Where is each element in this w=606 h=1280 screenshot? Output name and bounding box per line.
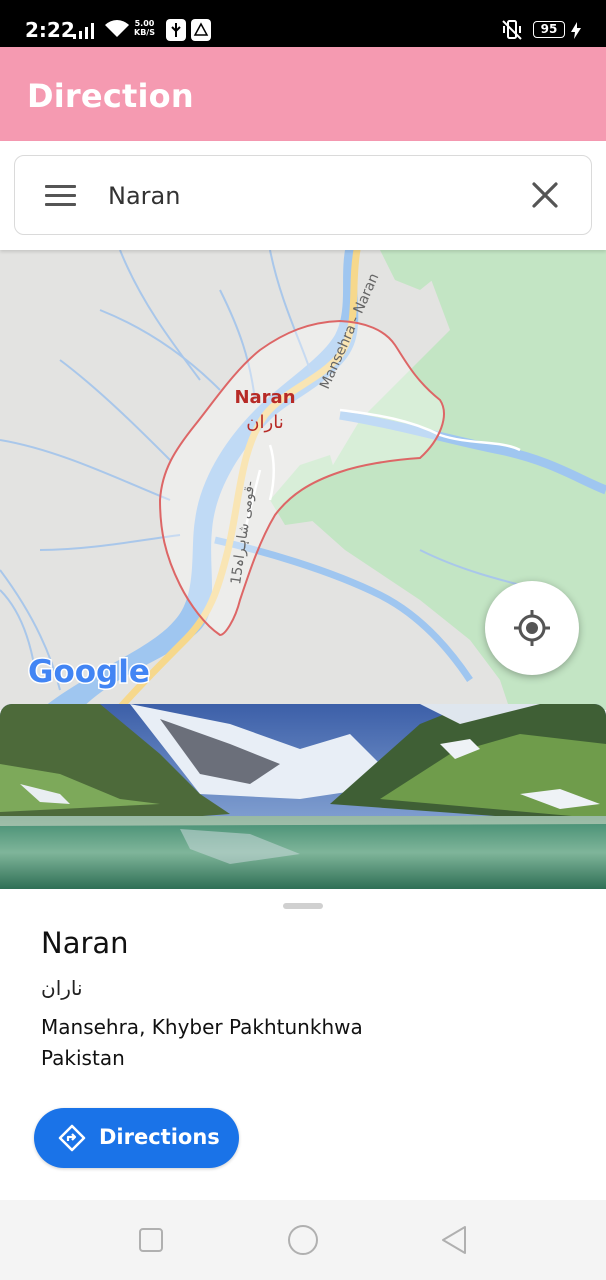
menu-icon[interactable] [45,185,77,207]
network-speed-value: 5.00 [134,19,155,28]
google-logo: Google [28,654,150,690]
system-nav-bar [0,1200,606,1280]
charging-icon [571,22,581,39]
usb-icon [166,19,186,41]
place-address-line2: Pakistan [41,1046,125,1070]
place-photo [0,704,606,889]
battery-indicator: 95 [533,21,565,38]
my-location-button[interactable] [485,581,579,675]
vibrate-icon [502,20,522,40]
my-location-icon [514,610,550,646]
directions-label: Directions [99,1125,220,1149]
network-speed-unit: KB/S [134,28,155,37]
search-box [14,155,592,235]
map-place-label: Naran [234,387,295,408]
network-speed: 5.00 KB/S [134,19,155,37]
home-icon[interactable] [287,1224,319,1256]
app-title: Direction [27,77,194,115]
search-area [0,141,606,250]
sheet-drag-handle[interactable] [283,903,323,909]
place-title: Naran [41,926,129,960]
back-icon[interactable] [440,1225,468,1255]
directions-icon [58,1124,86,1152]
wifi-icon [105,20,129,37]
status-time: 2:22 [25,18,75,42]
status-bar: 2:22 5.00 KB/S 95 [0,0,606,47]
place-title-urdu: ناران [41,976,83,1000]
app-bar: Direction [0,47,606,141]
close-icon[interactable] [528,178,562,212]
signal-icon [73,23,94,39]
map-place-label-urdu: ناران [246,412,283,433]
directions-button[interactable]: Directions [34,1108,239,1168]
place-sheet: Naran ناران Mansehra, Khyber Pakhtunkhwa… [0,704,606,1200]
place-address-line1: Mansehra, Khyber Pakhtunkhwa [41,1015,363,1039]
recents-icon[interactable] [138,1227,164,1253]
drive-icon [191,19,211,41]
search-input[interactable] [108,176,488,216]
